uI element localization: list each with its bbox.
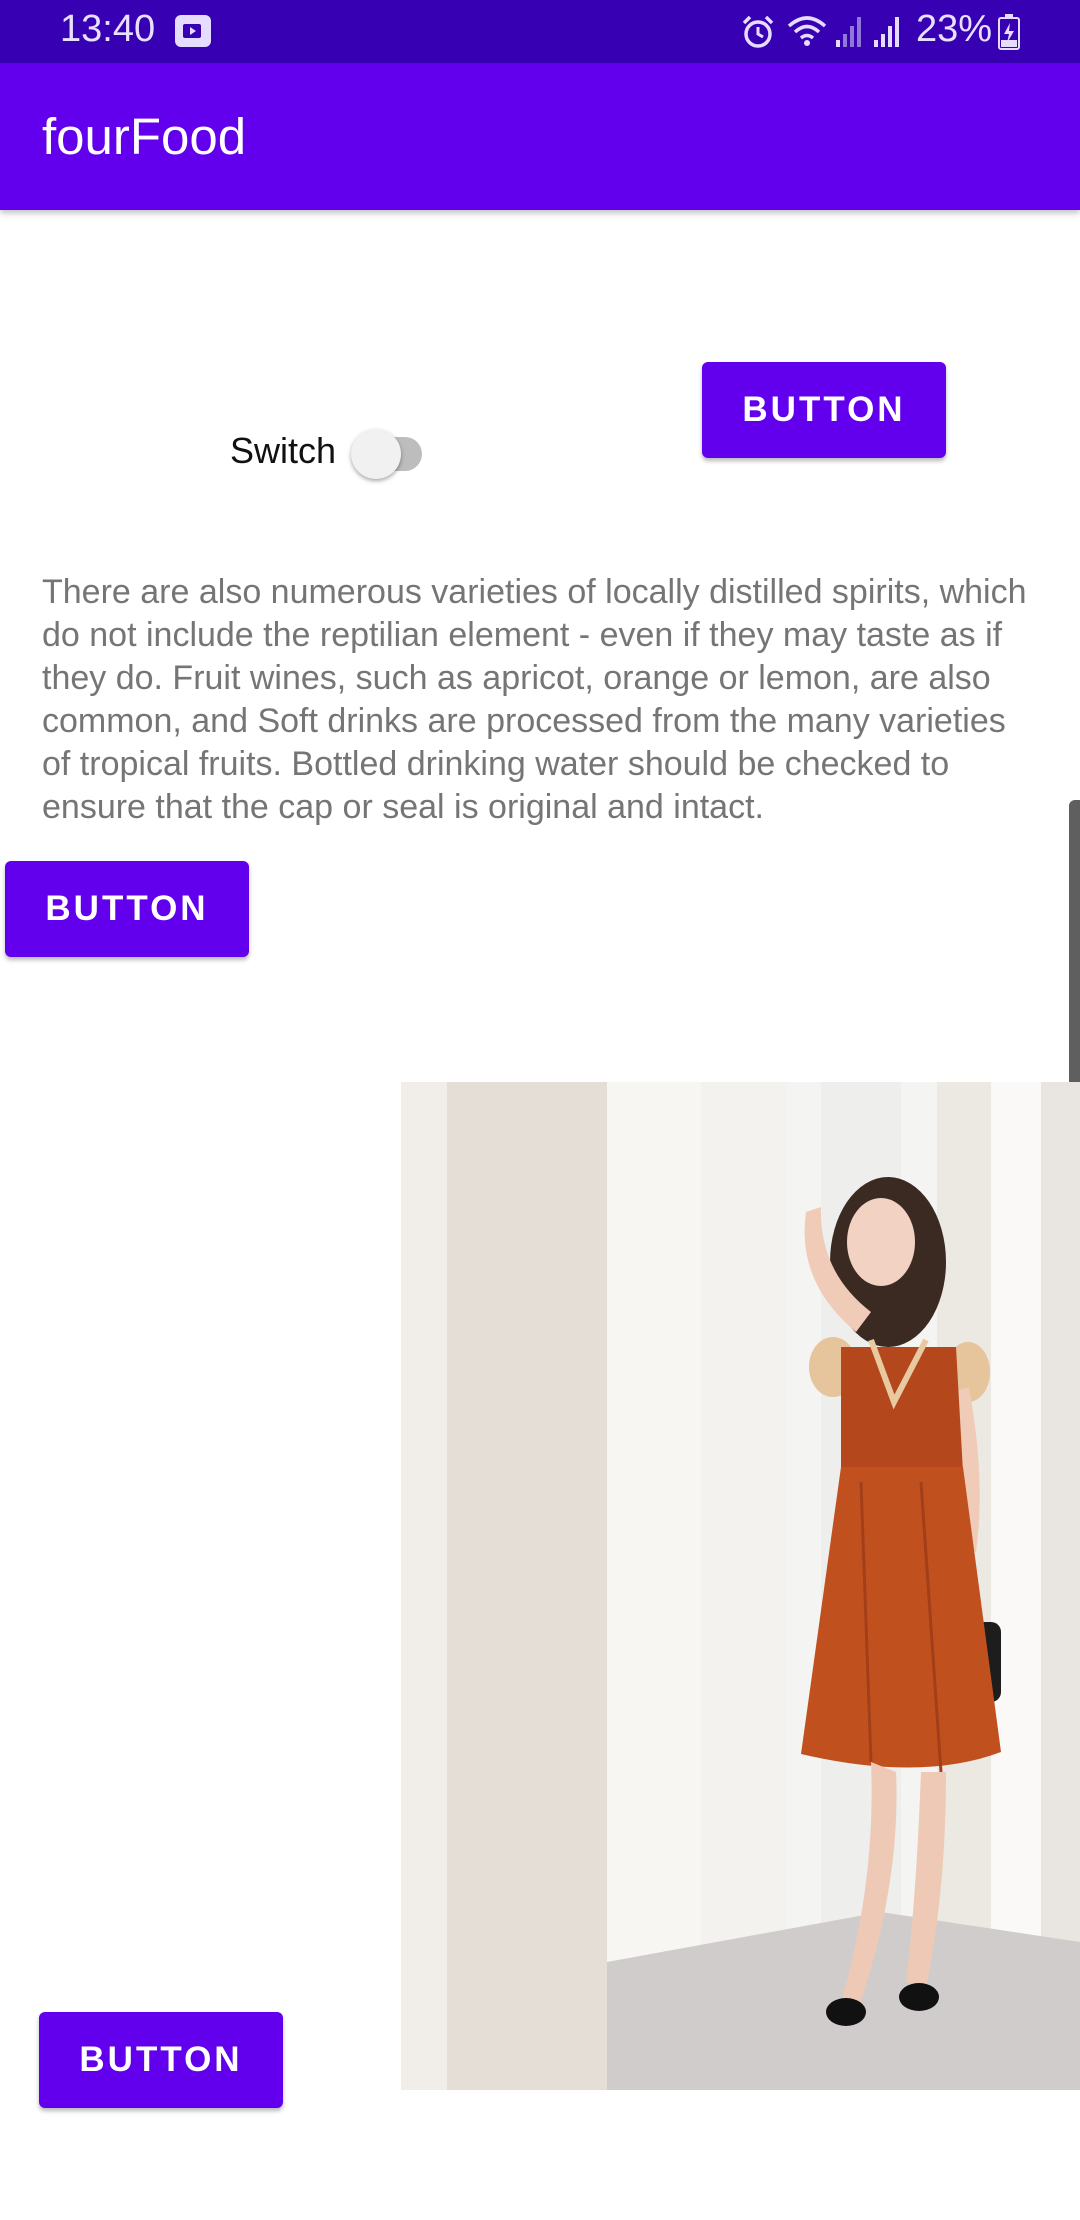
photo-illustration [401, 1082, 1080, 2090]
status-bar: 13:40 23% [0, 0, 1080, 63]
switch-thumb[interactable] [351, 429, 401, 479]
switch-label: Switch [230, 430, 337, 471]
status-time: 13:40 [60, 8, 156, 50]
battery-charging-icon [998, 14, 1020, 50]
paragraph-line: do not include the reptilian element - e… [42, 616, 1003, 654]
battery-percent: 23% [916, 8, 993, 50]
paragraph-line: of tropical fruits. Bottled drinking wat… [42, 745, 950, 783]
screen: { "status_bar": { "time": "13:40", "batt… [0, 0, 1080, 2220]
body-paragraph: There are also numerous varieties of loc… [42, 571, 1080, 829]
top-right-button[interactable]: BUTTON [702, 362, 946, 458]
bottom-left-button[interactable]: BUTTON [39, 2012, 283, 2108]
paragraph-line: There are also numerous varieties of loc… [42, 573, 1027, 611]
alarm-icon [742, 15, 774, 48]
paragraph-line: common, and Soft drinks are processed fr… [42, 702, 1006, 740]
paragraph-line: ensure that the cap or seal is original … [42, 788, 764, 826]
paragraph-line: they do. Fruit wines, such as apricot, o… [42, 659, 991, 697]
signal-icon [874, 17, 899, 47]
app-bar: fourFood [0, 63, 1080, 210]
signal-icon [836, 17, 861, 47]
wifi-icon [787, 16, 827, 46]
product-photo [401, 1082, 1080, 2090]
middle-left-button[interactable]: BUTTON [5, 861, 249, 957]
app-title: fourFood [42, 108, 247, 165]
media-icon [175, 15, 211, 47]
